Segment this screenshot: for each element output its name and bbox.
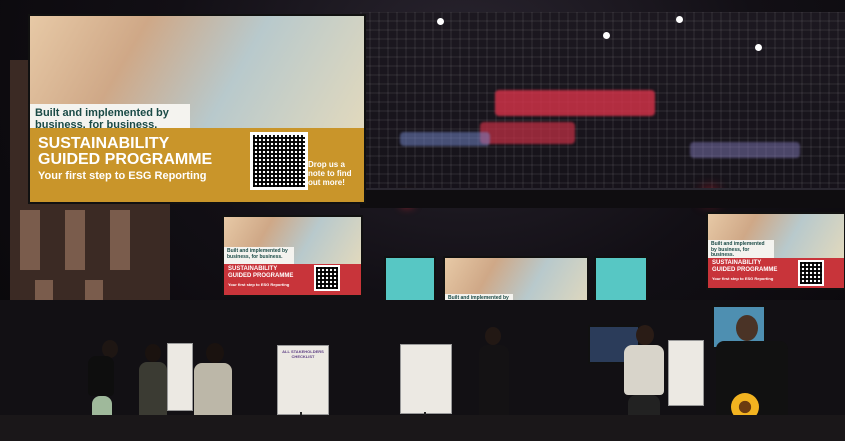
screen-subtitle: Your first step to ESG Reporting — [228, 281, 290, 287]
poster-board — [668, 340, 704, 406]
screen-title-line2: GUIDED PROGRAMME — [228, 272, 294, 279]
floor — [0, 415, 845, 441]
ceiling-red-light — [495, 90, 655, 116]
screen-title-line1: SUSTAINABILITY — [228, 265, 278, 272]
side-screen-right: Built and implemented by business, for b… — [706, 212, 845, 290]
event-venue-photo: Built and implemented by business, for b… — [0, 0, 845, 441]
side-screen-left: Built and implemented by business, for b… — [222, 215, 363, 297]
screen-subtitle: Your first step to ESG Reporting — [38, 169, 207, 182]
ceiling-grid — [360, 12, 845, 202]
poster-title: ALL STAKEHOLDERS CHECKLIST — [282, 349, 324, 359]
screen-title-line1: SUSTAINABILITY — [38, 134, 170, 152]
ceiling-red-light — [480, 122, 575, 144]
spot-light — [437, 18, 444, 25]
spot-light — [755, 44, 762, 51]
screen-title-line2: GUIDED PROGRAMME — [38, 150, 213, 168]
ceiling-blue-light — [400, 132, 490, 146]
main-screen: Built and implemented by business, for b… — [28, 14, 366, 204]
spot-light — [603, 32, 610, 39]
wall-panel — [110, 210, 130, 270]
spot-light — [676, 16, 683, 23]
screen-headline: Built and implemented by business, for b… — [708, 240, 774, 258]
lighting-truss — [360, 188, 845, 208]
wall-panel — [20, 210, 40, 270]
qr-code-icon — [250, 132, 308, 190]
screen-title-line1: SUSTAINABILITY — [712, 260, 762, 267]
wall-panel — [65, 210, 85, 270]
ceiling-blue-light — [690, 142, 800, 158]
qr-note: Drop us a note to find out more! — [308, 160, 352, 187]
screen-title-line2: GUIDED PROGRAMME — [712, 267, 778, 274]
qr-code-icon — [798, 260, 824, 286]
screen-subtitle: Your first step to ESG Reporting — [712, 276, 774, 282]
screen-band: SUSTAINABILITY GUIDED PROGRAMME Your fir… — [224, 263, 361, 295]
screen-headline: Built and implemented by business, for b… — [224, 247, 294, 265]
poster-board — [400, 344, 452, 414]
qr-code-icon — [314, 265, 340, 291]
poster-board: ALL STAKEHOLDERS CHECKLIST — [277, 345, 329, 415]
